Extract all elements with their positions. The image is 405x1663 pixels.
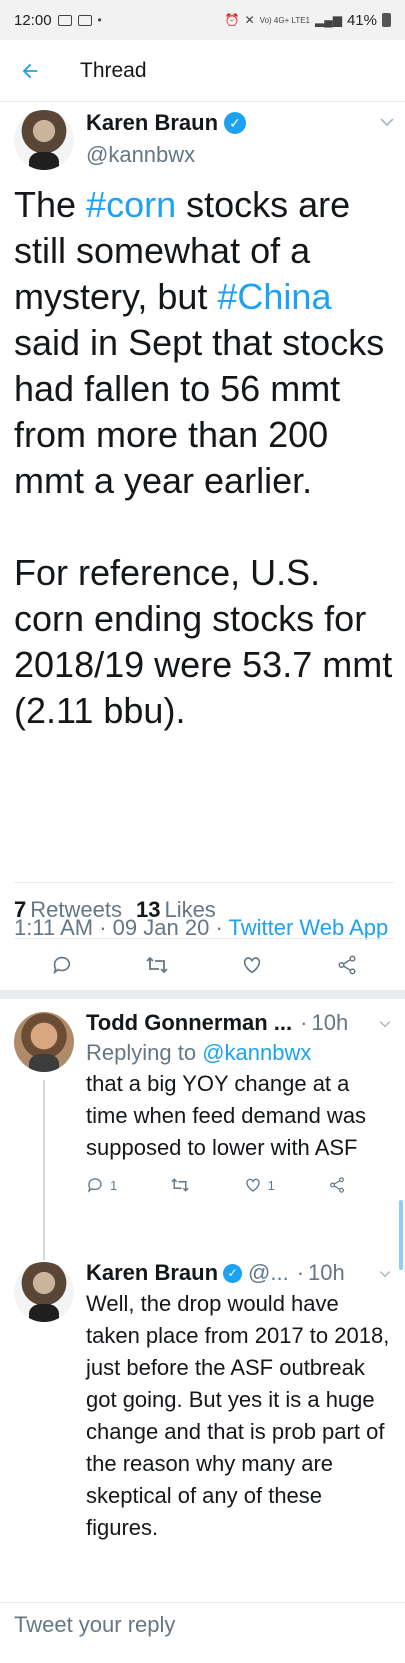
like-count: 1 [267,1177,275,1193]
chevron-down-icon[interactable] [380,114,394,132]
retweet-icon [171,1178,190,1192]
reply-text: that a big YOY change at a time when fee… [86,1071,367,1160]
reply-time: 10h [311,1010,349,1035]
replying-to-handle[interactable]: @kannbwx [202,1040,311,1065]
replying-to: Replying to @kannbwx [86,1040,391,1066]
compose-reply-field[interactable]: Tweet your reply [14,1612,394,1638]
like-button[interactable]: 1 [244,1176,275,1194]
signal-icon: ▂▄▆ [315,13,342,27]
author-name: Karen Braun [86,110,219,135]
likes-label: Likes [164,897,216,922]
thread-connector [43,1080,45,1260]
tweet-text-part: said in Sept that stocks had fallen to 5… [14,322,385,501]
retweets-label: Retweets [30,897,122,922]
share-icon[interactable] [332,950,362,980]
reply-actions: 1 1 [86,1176,346,1194]
retweets-count: 7 [14,897,27,922]
tweet-text-paragraph-2: For reference, U.S. corn ending stocks f… [14,552,393,731]
like-icon [245,1178,260,1192]
reply-button[interactable]: 1 [86,1176,117,1194]
app-bar: Thread [0,40,405,102]
status-time: 12:00 [14,11,52,29]
retweets-count-link[interactable]: 7 Retweets [14,897,122,923]
chevron-down-icon[interactable] [379,1265,391,1281]
reply-icon[interactable] [47,950,77,980]
retweet-button[interactable] [170,1176,190,1194]
reply-icon [87,1178,102,1193]
page-title: Thread [80,58,147,82]
back-arrow-icon[interactable] [0,40,60,102]
engagement-counts: 7 Retweets 13 Likes [14,897,216,923]
hashtag-china[interactable]: #China [217,276,331,317]
tweet-text: The #corn stocks are still somewhat of a… [14,182,394,734]
replying-prefix: Replying to [86,1040,203,1065]
storage-icon [77,14,92,26]
retweet-icon[interactable] [142,950,172,980]
like-icon[interactable] [237,950,267,980]
divider [14,882,394,883]
chevron-down-icon[interactable] [379,1015,391,1031]
reply-time-sep: · [296,1260,305,1285]
status-bar: 12:00 • ⏰ ✕ Vo) 4G+ LTE1 ▂▄▆ 41% [0,0,405,40]
author-name-row[interactable]: Karen Braun ✓ [86,110,247,136]
likes-count: 13 [135,897,161,922]
battery-icon [382,13,391,27]
reply-time: 10h [308,1260,345,1285]
verified-icon: ✓ [223,1263,243,1283]
tweet-text-part: The [14,184,87,225]
author-handle[interactable]: @kannbwx [86,142,246,168]
scrollbar[interactable] [399,1200,403,1270]
share-button[interactable] [328,1176,346,1194]
reply-author-handle: @... [248,1260,289,1285]
dot-icon: • [97,13,102,27]
battery-percent: 41% [346,11,377,29]
reply-text: Well, the drop would have taken place fr… [86,1291,390,1540]
divider [14,938,394,939]
avatar[interactable] [14,110,74,170]
tweet-actions [14,945,394,985]
network-label: Vo) 4G+ LTE1 [259,15,310,25]
mute-icon: ✕ [244,13,255,27]
reply-author-name[interactable]: Karen Braun [86,1260,218,1286]
share-icon [330,1177,344,1193]
divider [0,1602,405,1603]
gallery-icon [57,14,72,26]
verified-icon: ✓ [224,112,247,134]
avatar[interactable] [14,1012,74,1072]
avatar[interactable] [14,1262,74,1322]
reply-count: 1 [110,1177,118,1193]
section-separator [0,990,405,999]
tweet-source[interactable]: Twitter Web App [228,915,388,940]
reply-author-name[interactable]: Todd Gonnerman ... [86,1010,292,1036]
reply-time-sep: · [300,1010,308,1035]
hashtag-corn[interactable]: #corn [86,184,176,225]
likes-count-link[interactable]: 13 Likes [136,897,216,923]
alarm-icon: ⏰ [224,13,240,27]
